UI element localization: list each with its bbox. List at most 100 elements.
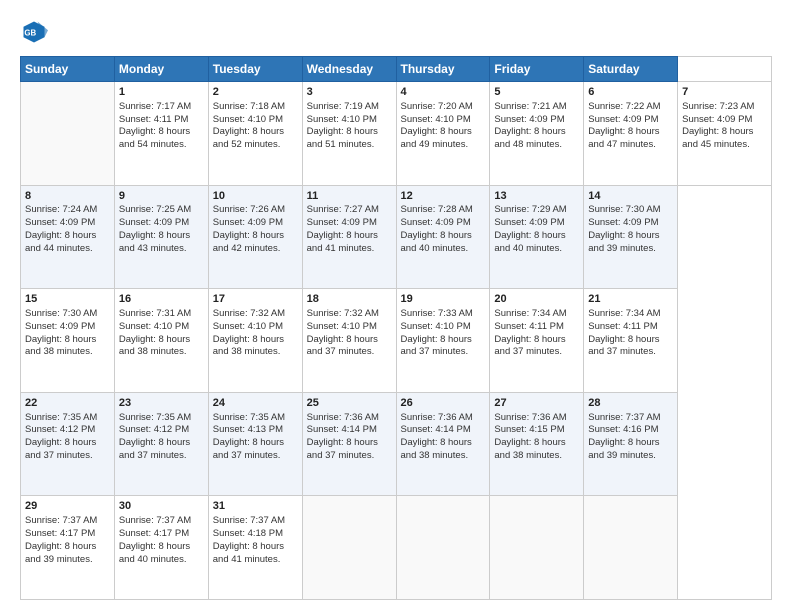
daylight-text: Daylight: 8 hours and 37 minutes. <box>119 437 190 461</box>
day-number: 11 <box>307 189 392 204</box>
sunrise-text: Sunrise: 7:37 AM <box>213 515 285 526</box>
sunrise-text: Sunrise: 7:32 AM <box>307 308 379 319</box>
day-number: 20 <box>494 292 579 307</box>
daylight-text: Daylight: 8 hours and 37 minutes. <box>494 334 565 358</box>
sunrise-text: Sunrise: 7:27 AM <box>307 204 379 215</box>
sunrise-text: Sunrise: 7:18 AM <box>213 101 285 112</box>
calendar-day-cell: 9Sunrise: 7:25 AMSunset: 4:09 PMDaylight… <box>114 185 208 289</box>
calendar-day-cell <box>302 496 396 600</box>
sunrise-text: Sunrise: 7:35 AM <box>25 412 97 423</box>
calendar-week-row: 1Sunrise: 7:17 AMSunset: 4:11 PMDaylight… <box>21 82 772 186</box>
sunrise-text: Sunrise: 7:30 AM <box>25 308 97 319</box>
calendar-day-cell: 11Sunrise: 7:27 AMSunset: 4:09 PMDayligh… <box>302 185 396 289</box>
calendar-week-row: 15Sunrise: 7:30 AMSunset: 4:09 PMDayligh… <box>21 289 772 393</box>
daylight-text: Daylight: 8 hours and 41 minutes. <box>307 230 378 254</box>
sunrise-text: Sunrise: 7:21 AM <box>494 101 566 112</box>
calendar-header-monday: Monday <box>114 57 208 82</box>
daylight-text: Daylight: 8 hours and 54 minutes. <box>119 126 190 150</box>
daylight-text: Daylight: 8 hours and 38 minutes. <box>119 334 190 358</box>
day-number: 1 <box>119 85 204 100</box>
calendar-header-tuesday: Tuesday <box>208 57 302 82</box>
sunset-text: Sunset: 4:09 PM <box>494 217 564 228</box>
sunrise-text: Sunrise: 7:20 AM <box>401 101 473 112</box>
sunset-text: Sunset: 4:18 PM <box>213 528 283 539</box>
daylight-text: Daylight: 8 hours and 39 minutes. <box>588 437 659 461</box>
calendar-week-row: 29Sunrise: 7:37 AMSunset: 4:17 PMDayligh… <box>21 496 772 600</box>
sunset-text: Sunset: 4:10 PM <box>401 321 471 332</box>
sunrise-text: Sunrise: 7:35 AM <box>119 412 191 423</box>
day-number: 7 <box>682 85 767 100</box>
sunset-text: Sunset: 4:09 PM <box>25 321 95 332</box>
day-number: 19 <box>401 292 486 307</box>
calendar-day-cell: 4Sunrise: 7:20 AMSunset: 4:10 PMDaylight… <box>396 82 490 186</box>
day-number: 6 <box>588 85 673 100</box>
day-number: 9 <box>119 189 204 204</box>
calendar-day-cell: 13Sunrise: 7:29 AMSunset: 4:09 PMDayligh… <box>490 185 584 289</box>
daylight-text: Daylight: 8 hours and 49 minutes. <box>401 126 472 150</box>
sunrise-text: Sunrise: 7:36 AM <box>307 412 379 423</box>
sunset-text: Sunset: 4:09 PM <box>588 217 658 228</box>
daylight-text: Daylight: 8 hours and 47 minutes. <box>588 126 659 150</box>
daylight-text: Daylight: 8 hours and 48 minutes. <box>494 126 565 150</box>
calendar-day-cell <box>396 496 490 600</box>
daylight-text: Daylight: 8 hours and 43 minutes. <box>119 230 190 254</box>
sunset-text: Sunset: 4:16 PM <box>588 424 658 435</box>
day-number: 12 <box>401 189 486 204</box>
calendar-table: SundayMondayTuesdayWednesdayThursdayFrid… <box>20 56 772 600</box>
calendar-day-cell: 25Sunrise: 7:36 AMSunset: 4:14 PMDayligh… <box>302 392 396 496</box>
sunset-text: Sunset: 4:10 PM <box>401 114 471 125</box>
calendar-day-cell <box>490 496 584 600</box>
calendar-day-cell: 31Sunrise: 7:37 AMSunset: 4:18 PMDayligh… <box>208 496 302 600</box>
sunrise-text: Sunrise: 7:37 AM <box>119 515 191 526</box>
sunset-text: Sunset: 4:10 PM <box>307 114 377 125</box>
daylight-text: Daylight: 8 hours and 39 minutes. <box>25 541 96 565</box>
sunset-text: Sunset: 4:12 PM <box>25 424 95 435</box>
sunrise-text: Sunrise: 7:17 AM <box>119 101 191 112</box>
sunset-text: Sunset: 4:14 PM <box>307 424 377 435</box>
sunset-text: Sunset: 4:09 PM <box>213 217 283 228</box>
calendar-day-cell: 30Sunrise: 7:37 AMSunset: 4:17 PMDayligh… <box>114 496 208 600</box>
daylight-text: Daylight: 8 hours and 37 minutes. <box>401 334 472 358</box>
day-number: 16 <box>119 292 204 307</box>
calendar-empty-cell <box>21 82 115 186</box>
calendar-day-cell: 18Sunrise: 7:32 AMSunset: 4:10 PMDayligh… <box>302 289 396 393</box>
page: GB SundayMondayTuesdayWednesdayThursdayF… <box>0 0 792 612</box>
daylight-text: Daylight: 8 hours and 38 minutes. <box>213 334 284 358</box>
calendar-header-saturday: Saturday <box>584 57 678 82</box>
sunset-text: Sunset: 4:09 PM <box>401 217 471 228</box>
sunset-text: Sunset: 4:15 PM <box>494 424 564 435</box>
day-number: 23 <box>119 396 204 411</box>
day-number: 30 <box>119 499 204 514</box>
daylight-text: Daylight: 8 hours and 37 minutes. <box>25 437 96 461</box>
daylight-text: Daylight: 8 hours and 44 minutes. <box>25 230 96 254</box>
calendar-day-cell: 22Sunrise: 7:35 AMSunset: 4:12 PMDayligh… <box>21 392 115 496</box>
sunrise-text: Sunrise: 7:29 AM <box>494 204 566 215</box>
sunset-text: Sunset: 4:09 PM <box>494 114 564 125</box>
calendar-day-cell: 28Sunrise: 7:37 AMSunset: 4:16 PMDayligh… <box>584 392 678 496</box>
sunrise-text: Sunrise: 7:19 AM <box>307 101 379 112</box>
calendar-day-cell: 29Sunrise: 7:37 AMSunset: 4:17 PMDayligh… <box>21 496 115 600</box>
calendar-header-thursday: Thursday <box>396 57 490 82</box>
day-number: 5 <box>494 85 579 100</box>
day-number: 2 <box>213 85 298 100</box>
day-number: 29 <box>25 499 110 514</box>
calendar-day-cell: 27Sunrise: 7:36 AMSunset: 4:15 PMDayligh… <box>490 392 584 496</box>
sunrise-text: Sunrise: 7:35 AM <box>213 412 285 423</box>
calendar-day-cell: 3Sunrise: 7:19 AMSunset: 4:10 PMDaylight… <box>302 82 396 186</box>
calendar-day-cell: 10Sunrise: 7:26 AMSunset: 4:09 PMDayligh… <box>208 185 302 289</box>
sunrise-text: Sunrise: 7:36 AM <box>494 412 566 423</box>
calendar-day-cell: 14Sunrise: 7:30 AMSunset: 4:09 PMDayligh… <box>584 185 678 289</box>
calendar-day-cell <box>584 496 678 600</box>
daylight-text: Daylight: 8 hours and 40 minutes. <box>401 230 472 254</box>
daylight-text: Daylight: 8 hours and 52 minutes. <box>213 126 284 150</box>
calendar-day-cell: 23Sunrise: 7:35 AMSunset: 4:12 PMDayligh… <box>114 392 208 496</box>
sunset-text: Sunset: 4:14 PM <box>401 424 471 435</box>
sunset-text: Sunset: 4:10 PM <box>213 114 283 125</box>
daylight-text: Daylight: 8 hours and 37 minutes. <box>307 334 378 358</box>
day-number: 27 <box>494 396 579 411</box>
logo-icon: GB <box>20 18 48 46</box>
daylight-text: Daylight: 8 hours and 40 minutes. <box>494 230 565 254</box>
day-number: 24 <box>213 396 298 411</box>
calendar-day-cell: 21Sunrise: 7:34 AMSunset: 4:11 PMDayligh… <box>584 289 678 393</box>
calendar-header-row: SundayMondayTuesdayWednesdayThursdayFrid… <box>21 57 772 82</box>
